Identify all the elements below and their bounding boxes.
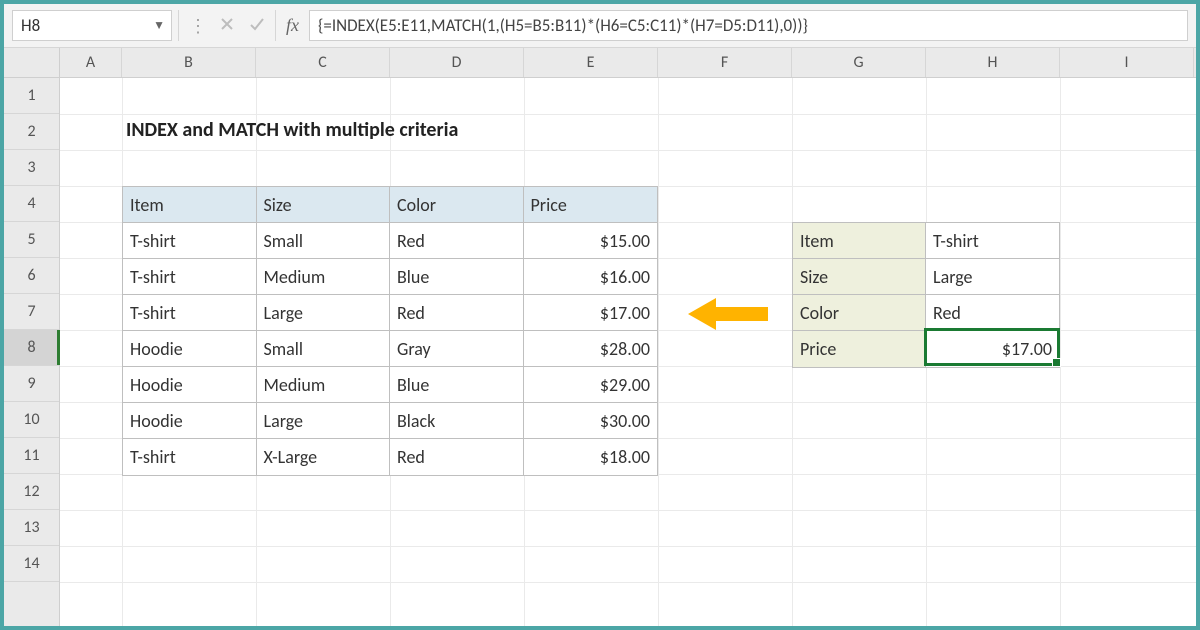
- dots-icon: ⋮: [189, 15, 205, 37]
- row-header[interactable]: 12: [4, 474, 59, 510]
- lookup-label[interactable]: Price: [793, 331, 926, 367]
- row-header[interactable]: 6: [4, 258, 59, 294]
- table-row: Price $17.00: [793, 331, 1059, 367]
- lookup-value[interactable]: Red: [926, 295, 1059, 331]
- row-header-selected[interactable]: 8: [4, 330, 59, 366]
- table-row: Color Red: [793, 295, 1059, 331]
- col-header[interactable]: E: [524, 48, 658, 77]
- row-header[interactable]: 5: [4, 222, 59, 258]
- name-box-value: H8: [21, 15, 40, 36]
- select-all-corner[interactable]: [4, 48, 59, 78]
- cell[interactable]: $28.00: [524, 331, 658, 367]
- cell[interactable]: Medium: [257, 259, 391, 295]
- row-header[interactable]: 3: [4, 150, 59, 186]
- cell[interactable]: Small: [257, 223, 391, 259]
- main-table-header[interactable]: Price: [524, 187, 658, 223]
- row-header[interactable]: 11: [4, 438, 59, 474]
- table-row: Item T-shirt: [793, 223, 1059, 259]
- page-title: INDEX and MATCH with multiple criteria: [126, 118, 458, 142]
- grid-columns: A B C D E F G H I: [60, 48, 1196, 626]
- cell[interactable]: $30.00: [524, 403, 658, 439]
- col-header[interactable]: I: [1060, 48, 1194, 77]
- fx-label[interactable]: fx: [276, 4, 309, 47]
- cell[interactable]: Hoodie: [123, 331, 257, 367]
- col-header[interactable]: H: [926, 48, 1060, 77]
- lookup-result[interactable]: $17.00: [926, 331, 1059, 367]
- app-frame: H8 ▼ ⋮ fx {=INDEX(E5:E11,MATCH(1,(H5=B5:…: [0, 0, 1200, 630]
- cell[interactable]: T-shirt: [123, 223, 257, 259]
- main-table-header[interactable]: Size: [257, 187, 391, 223]
- worksheet-grid: 1 2 3 4 5 6 7 8 9 10 11 12 13 14 A B C D…: [4, 48, 1196, 626]
- cell[interactable]: $16.00: [524, 259, 658, 295]
- cell[interactable]: Red: [390, 223, 524, 259]
- main-table-header[interactable]: Item: [123, 187, 257, 223]
- lookup-value[interactable]: Large: [926, 259, 1059, 295]
- lookup-label[interactable]: Color: [793, 295, 926, 331]
- col-header[interactable]: A: [60, 48, 122, 77]
- cell[interactable]: Small: [257, 331, 391, 367]
- cell[interactable]: Gray: [390, 331, 524, 367]
- cell[interactable]: $18.00: [524, 439, 658, 475]
- cell[interactable]: $17.00: [524, 295, 658, 331]
- table-row: T-shirt Medium Blue $16.00: [123, 259, 657, 295]
- row-header[interactable]: 10: [4, 402, 59, 438]
- lookup-value[interactable]: T-shirt: [926, 223, 1059, 259]
- cell[interactable]: $15.00: [524, 223, 658, 259]
- lookup-table: Item T-shirt Size Large Color Red Price …: [792, 222, 1060, 368]
- cell[interactable]: Large: [257, 295, 391, 331]
- cell[interactable]: T-shirt: [123, 439, 257, 475]
- table-row: Hoodie Medium Blue $29.00: [123, 367, 657, 403]
- column-headers: A B C D E F G H I: [60, 48, 1196, 78]
- cancel-icon[interactable]: [219, 15, 235, 37]
- main-table: Item Size Color Price T-shirt Small Red …: [122, 186, 658, 476]
- table-row: T-shirt Small Red $15.00: [123, 223, 657, 259]
- cell[interactable]: $29.00: [524, 367, 658, 403]
- formula-text: {=INDEX(E5:E11,MATCH(1,(H5=B5:B11)*(H6=C…: [318, 15, 808, 36]
- col-header[interactable]: F: [658, 48, 792, 77]
- cell[interactable]: Medium: [257, 367, 391, 403]
- cell[interactable]: Red: [390, 439, 524, 475]
- table-row: Hoodie Large Black $30.00: [123, 403, 657, 439]
- cell[interactable]: T-shirt: [123, 259, 257, 295]
- cell[interactable]: Black: [390, 403, 524, 439]
- table-row: T-shirt Large Red $17.00: [123, 295, 657, 331]
- cell[interactable]: Large: [257, 403, 391, 439]
- cell[interactable]: Blue: [390, 259, 524, 295]
- cell[interactable]: Blue: [390, 367, 524, 403]
- formula-input[interactable]: {=INDEX(E5:E11,MATCH(1,(H5=B5:B11)*(H6=C…: [309, 10, 1188, 41]
- row-header[interactable]: 9: [4, 366, 59, 402]
- enter-icon[interactable]: [249, 15, 265, 37]
- table-row: T-shirt X-Large Red $18.00: [123, 439, 657, 475]
- row-header[interactable]: 1: [4, 78, 59, 114]
- arrow-left-icon: [688, 296, 768, 337]
- cells-area[interactable]: INDEX and MATCH with multiple criteria I…: [60, 78, 1196, 626]
- col-header[interactable]: D: [390, 48, 524, 77]
- chevron-down-icon[interactable]: ▼: [153, 18, 165, 33]
- cell[interactable]: Red: [390, 295, 524, 331]
- lookup-label[interactable]: Size: [793, 259, 926, 295]
- cell[interactable]: Hoodie: [123, 367, 257, 403]
- row-header[interactable]: 7: [4, 294, 59, 330]
- name-box[interactable]: H8 ▼: [12, 10, 172, 41]
- lookup-label[interactable]: Item: [793, 223, 926, 259]
- col-header[interactable]: G: [792, 48, 926, 77]
- row-header[interactable]: 13: [4, 510, 59, 546]
- main-table-header[interactable]: Color: [390, 187, 524, 223]
- col-header[interactable]: B: [122, 48, 256, 77]
- formula-bar-buttons: ⋮: [178, 10, 276, 41]
- table-row: Hoodie Small Gray $28.00: [123, 331, 657, 367]
- cell[interactable]: T-shirt: [123, 295, 257, 331]
- row-header[interactable]: 2: [4, 114, 59, 150]
- cell[interactable]: Hoodie: [123, 403, 257, 439]
- row-header[interactable]: 4: [4, 186, 59, 222]
- table-row: Size Large: [793, 259, 1059, 295]
- cell[interactable]: X-Large: [257, 439, 391, 475]
- row-header[interactable]: 14: [4, 546, 59, 582]
- formula-bar: H8 ▼ ⋮ fx {=INDEX(E5:E11,MATCH(1,(H5=B5:…: [4, 4, 1196, 48]
- col-header[interactable]: C: [256, 48, 390, 77]
- row-headers: 1 2 3 4 5 6 7 8 9 10 11 12 13 14: [4, 48, 60, 626]
